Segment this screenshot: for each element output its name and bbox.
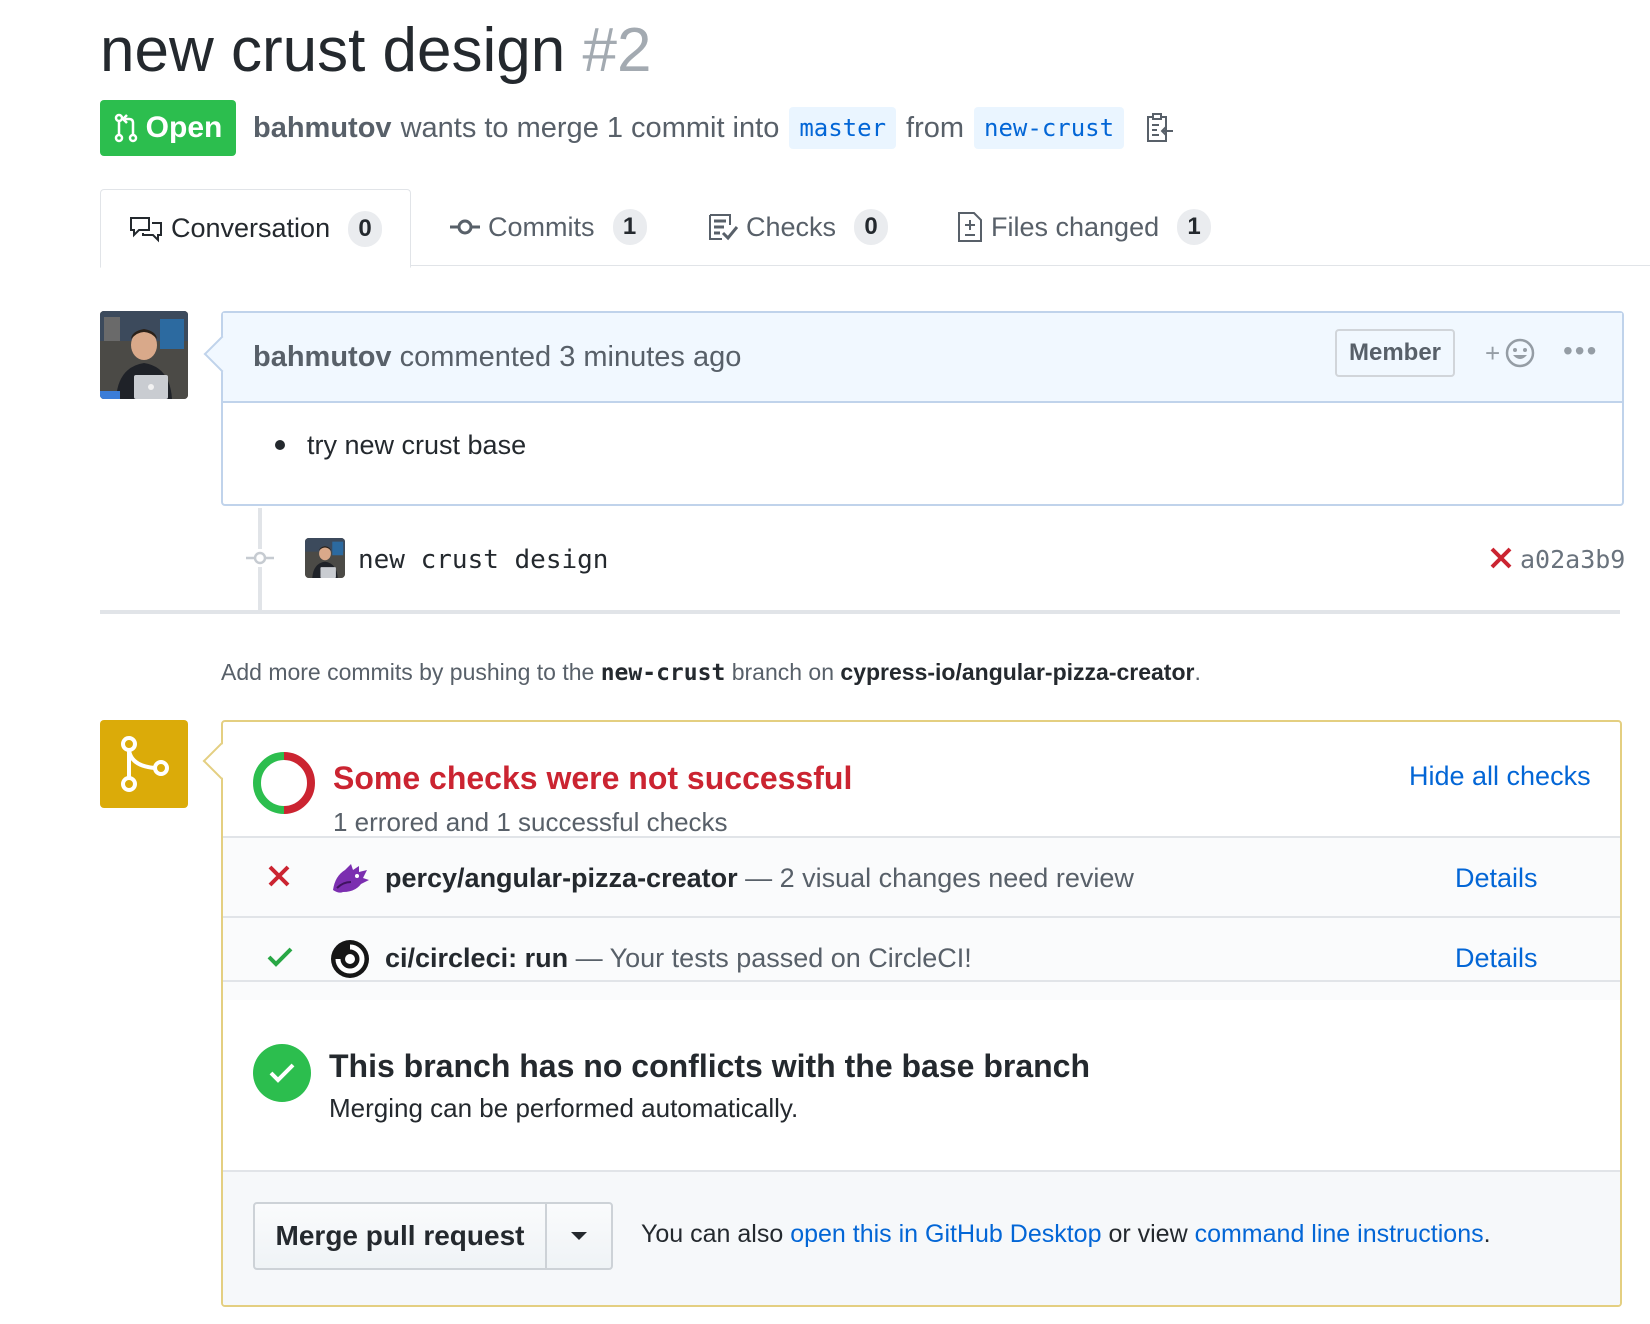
merge-hint-suffix: . — [1483, 1220, 1491, 1248]
state-badge: Open — [100, 100, 236, 156]
tab-label: Checks — [746, 211, 837, 242]
check-circle-icon — [253, 1044, 311, 1102]
check-name: ci/circleci: run — [385, 943, 569, 973]
push-hint-repo: cypress-io/angular-pizza-creator — [840, 659, 1195, 685]
push-hint-middle: branch on — [731, 659, 835, 685]
git-commit-icon — [246, 549, 274, 567]
comment-box: bahmutov commented 3 minutes ago Member … — [203, 311, 1624, 506]
comment-time[interactable]: 3 minutes ago — [559, 341, 741, 373]
check-description: — Your tests passed on CircleCI! — [575, 943, 972, 973]
x-icon[interactable] — [1489, 546, 1513, 575]
merge-hint-middle: or view — [1108, 1220, 1188, 1248]
comment-author-link[interactable]: bahmutov — [253, 341, 392, 373]
pr-number: #2 — [582, 16, 652, 85]
author-avatar[interactable] — [100, 311, 188, 399]
merge-footer: Merge pull request You can also open thi… — [223, 1170, 1620, 1305]
smiley-icon — [1504, 337, 1536, 369]
more-options-button[interactable]: ••• — [1563, 335, 1598, 367]
state-label: Open — [145, 111, 223, 144]
commit-sha-link[interactable]: a02a3b9 — [1520, 540, 1625, 580]
checks-status-ring — [253, 752, 315, 819]
check-icon — [267, 944, 293, 973]
push-hint-prefix: Add more commits by pushing to the — [221, 659, 595, 685]
check-description: — 2 visual changes need review — [745, 863, 1134, 893]
command-line-link[interactable]: command line instructions — [1195, 1220, 1484, 1248]
tab-label: Files changed — [991, 211, 1160, 242]
check-text: percy/angular-pizza-creator — 2 visual c… — [385, 856, 1134, 900]
merge-pull-request-button[interactable]: Merge pull request — [255, 1204, 547, 1268]
tab-files-changed[interactable]: Files changed 1 — [957, 189, 1212, 265]
commit-message-link[interactable]: new crust design — [358, 540, 608, 580]
merge-text: wants to merge 1 commit into — [400, 112, 780, 144]
pr-meta: bahmutov wants to merge 1 commit into ma… — [253, 104, 1174, 152]
tab-counter: 1 — [1177, 209, 1212, 245]
comment-discussion-icon — [129, 215, 163, 243]
tab-counter: 0 — [854, 209, 889, 245]
tab-counter: 0 — [348, 210, 383, 247]
plus-label: + — [1485, 337, 1501, 368]
merge-hint-prefix: You can also — [641, 1220, 784, 1248]
check-name: percy/angular-pizza-creator — [385, 863, 738, 893]
comment-action: commented — [399, 341, 552, 373]
comment-bullet-text: try new crust base — [307, 430, 527, 460]
pr-author-link[interactable]: bahmutov — [253, 104, 392, 152]
git-commit-icon — [450, 217, 480, 237]
from-text: from — [906, 112, 965, 144]
pr-title: new crust design — [100, 16, 566, 85]
details-link[interactable]: Details — [1455, 856, 1538, 900]
open-desktop-link[interactable]: open this in GitHub Desktop — [790, 1220, 1101, 1248]
check-text: ci/circleci: run — Your tests passed on … — [385, 936, 972, 980]
conflict-subtitle: Merging can be performed automatically. — [329, 1093, 799, 1123]
details-link[interactable]: Details — [1455, 936, 1538, 980]
page-title: new crust design #2 — [100, 10, 651, 92]
push-hint-suffix: . — [1194, 659, 1201, 685]
git-merge-icon — [100, 720, 188, 808]
tab-conversation[interactable]: Conversation 0 — [100, 189, 412, 268]
checks-title: Some checks were not successful — [333, 760, 853, 796]
hide-all-checks-link[interactable]: Hide all checks — [1409, 754, 1591, 798]
tab-checks[interactable]: Checks 0 — [708, 189, 889, 265]
bullet-icon — [275, 439, 285, 450]
comment-meta: bahmutov commented 3 minutes ago — [253, 333, 741, 381]
conflict-title: This branch has no conflicts with the ba… — [329, 1048, 1091, 1084]
percy-logo-icon — [329, 858, 371, 903]
merge-button-group: Merge pull request — [253, 1202, 613, 1270]
comment-body: try new crust base — [275, 425, 526, 465]
tab-label: Commits — [488, 211, 595, 242]
tab-counter: 1 — [612, 209, 647, 245]
clipboard-icon[interactable] — [1146, 113, 1174, 143]
add-reaction-button[interactable]: + — [1485, 337, 1536, 369]
x-icon — [267, 864, 291, 893]
section-divider — [223, 980, 1620, 982]
merge-hint: You can also open this in GitHub Desktop… — [641, 1212, 1491, 1256]
check-row-circleci: ci/circleci: run — Your tests passed on … — [223, 916, 1620, 1000]
merge-box: Some checks were not successful 1 errore… — [221, 720, 1622, 1307]
push-hint: Add more commits by pushing to the new-c… — [221, 652, 1201, 693]
comment-header: bahmutov commented 3 minutes ago Member … — [223, 313, 1622, 403]
file-diff-icon — [957, 211, 983, 243]
checklist-icon — [708, 213, 738, 241]
commit-author-avatar[interactable] — [305, 538, 345, 578]
base-branch[interactable]: master — [789, 107, 897, 149]
check-row-percy: percy/angular-pizza-creator — 2 visual c… — [223, 836, 1620, 920]
member-badge: Member — [1335, 329, 1455, 377]
circleci-logo-icon — [329, 938, 371, 985]
merge-method-dropdown[interactable] — [547, 1204, 611, 1268]
caret-down-icon — [570, 1231, 588, 1241]
head-branch[interactable]: new-crust — [974, 107, 1125, 149]
tab-commits[interactable]: Commits 1 — [450, 189, 647, 265]
tab-label: Conversation — [171, 213, 331, 243]
git-pull-request-icon — [114, 113, 138, 143]
timeline-divider — [100, 610, 1620, 614]
push-hint-branch: new-crust — [600, 660, 726, 686]
